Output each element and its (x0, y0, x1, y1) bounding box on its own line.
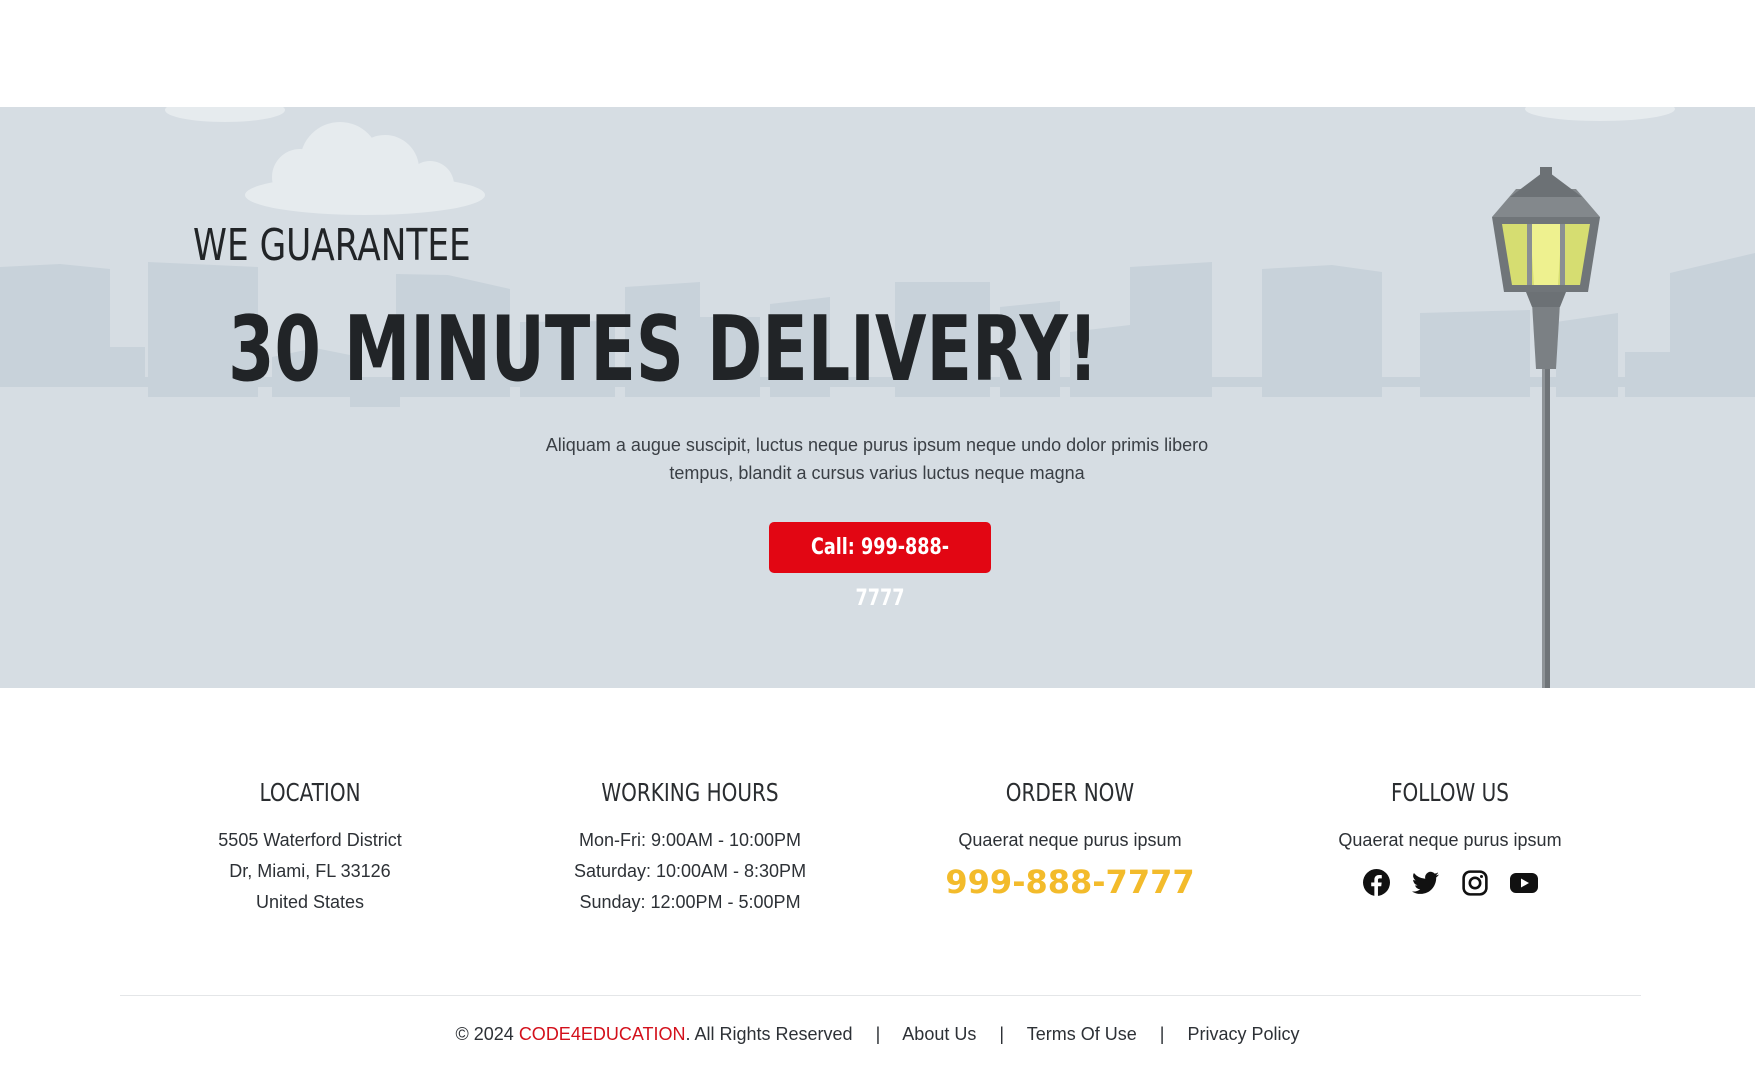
separator: | (1159, 1024, 1165, 1044)
instagram-icon[interactable] (1458, 866, 1491, 899)
copyright-prefix: © 2024 (455, 1024, 519, 1044)
address-line: 5505 Waterford District (218, 830, 402, 850)
youtube-icon[interactable] (1507, 866, 1540, 899)
hero-banner: WE GUARANTEE 30 MINUTES DELIVERY! Aliqua… (0, 107, 1755, 688)
terms-of-use-link[interactable]: Terms Of Use (1027, 1024, 1137, 1044)
hero-title: 30 MINUTES DELIVERY! (228, 297, 1099, 402)
follow-text: Quaerat neque purus ipsum (1338, 830, 1562, 850)
order-text: Quaerat neque purus ipsum (958, 830, 1182, 850)
facebook-icon[interactable] (1360, 866, 1393, 899)
footer-follow-us: FOLLOW US Quaerat neque purus ipsum (1260, 775, 1640, 899)
copyright-suffix: . All Rights Reserved (685, 1024, 853, 1044)
footer-follow-title: FOLLOW US (1390, 778, 1510, 807)
hours-line: Saturday: 10:00AM - 8:30PM (573, 861, 807, 881)
twitter-icon[interactable] (1409, 866, 1442, 899)
social-links (1260, 866, 1640, 899)
footer-working-hours: WORKING HOURS Mon-Fri: 9:00AM - 10:00PM … (500, 775, 880, 918)
footer-location-title: LOCATION (259, 778, 361, 807)
footer-order-title: ORDER NOW (1005, 778, 1135, 807)
copyright-bar: © 2024 CODE4EDUCATION. All Rights Reserv… (0, 1018, 1755, 1050)
separator: | (875, 1024, 881, 1044)
hours-line: Mon-Fri: 9:00AM - 10:00PM (578, 830, 802, 850)
cloud-icon (165, 107, 1675, 215)
footer-hours-title: WORKING HOURS (601, 778, 779, 807)
address-line: Dr, Miami, FL 33126 (229, 861, 391, 881)
hero-description: Aliquam a augue suscipit, luctus neque p… (545, 435, 1209, 483)
top-header-bar (0, 0, 1755, 107)
order-phone-link[interactable]: 999-888-7777 (880, 862, 1260, 902)
separator: | (999, 1024, 1005, 1044)
about-us-link[interactable]: About Us (902, 1024, 976, 1044)
address-line: United States (255, 892, 365, 912)
footer-order-now: ORDER NOW Quaerat neque purus ipsum 999-… (880, 775, 1260, 902)
brand-link[interactable]: CODE4EDUCATION (519, 1024, 686, 1044)
privacy-policy-link[interactable]: Privacy Policy (1187, 1024, 1299, 1044)
footer-location: LOCATION 5505 Waterford District Dr, Mia… (120, 775, 500, 918)
call-button[interactable]: Call: 999-888-7777 (769, 522, 991, 611)
call-button-label: Call: 999-888-7777 (810, 535, 950, 611)
hero-eyebrow: WE GUARANTEE (193, 220, 471, 271)
hours-line: Sunday: 12:00PM - 5:00PM (579, 892, 801, 912)
footer-divider (120, 995, 1641, 996)
